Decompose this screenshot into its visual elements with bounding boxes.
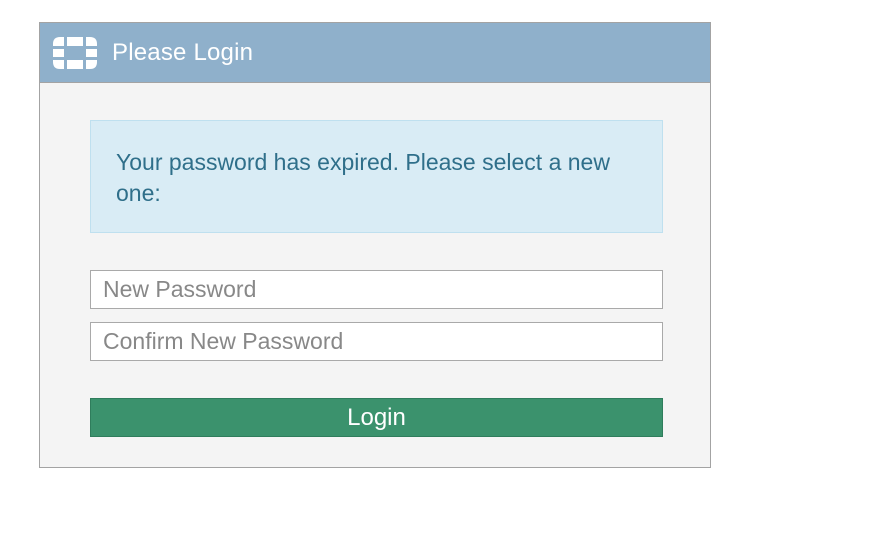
panel-header: Please Login xyxy=(40,23,710,83)
page-title: Please Login xyxy=(112,38,254,66)
login-button[interactable]: Login xyxy=(90,398,663,437)
fortinet-logo-icon xyxy=(52,36,98,70)
password-expired-alert: Your password has expired. Please select… xyxy=(90,120,663,233)
confirm-new-password-input[interactable] xyxy=(90,322,663,361)
login-panel: Please Login Your password has expired. … xyxy=(39,22,711,468)
new-password-input[interactable] xyxy=(90,270,663,309)
login-button-label: Login xyxy=(347,403,406,431)
alert-message: Your password has expired. Please select… xyxy=(116,149,610,206)
